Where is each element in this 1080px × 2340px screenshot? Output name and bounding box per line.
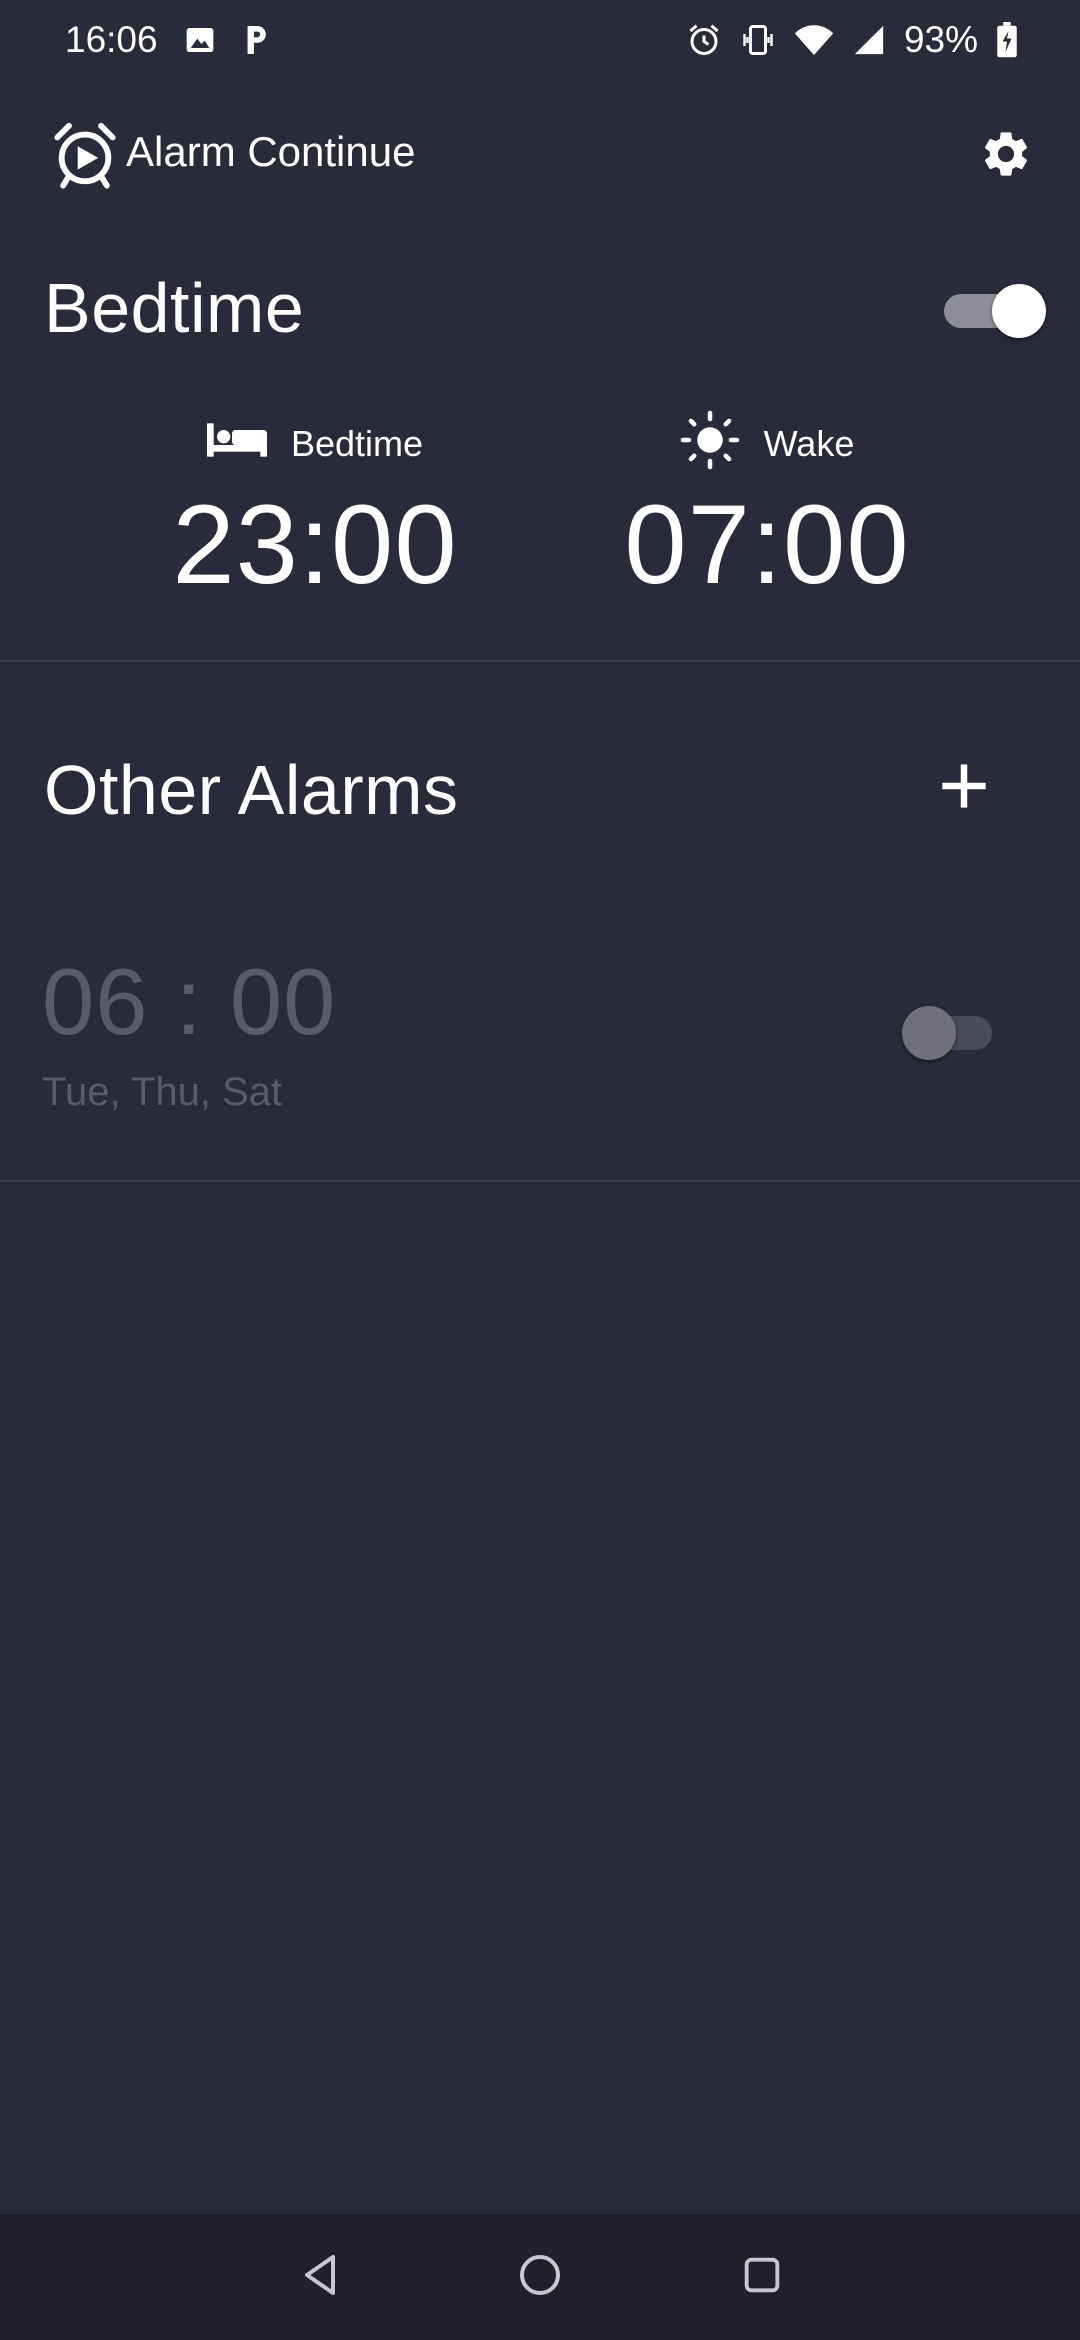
bedtime-value: 23:00 bbox=[172, 482, 458, 607]
alarm-toggle[interactable] bbox=[902, 1002, 998, 1062]
add-alarm-button[interactable] bbox=[928, 752, 1000, 824]
toggle-thumb bbox=[902, 1006, 956, 1060]
wake-label-row: Wake bbox=[612, 410, 922, 474]
recents-square-icon bbox=[739, 2252, 785, 2303]
other-alarms-title: Other Alarms bbox=[44, 751, 459, 829]
battery-charging-icon bbox=[996, 22, 1018, 58]
back-button[interactable] bbox=[288, 2244, 354, 2310]
toggle-thumb bbox=[992, 284, 1046, 338]
wake-value: 07:00 bbox=[624, 482, 910, 607]
alarm-time: 06 : 00 bbox=[42, 949, 337, 1054]
battery-percent: 93% bbox=[903, 19, 978, 60]
signal-icon bbox=[852, 23, 886, 57]
system-nav-bar bbox=[0, 2214, 1080, 2340]
bedtime-label-row: Bedtime bbox=[150, 414, 480, 474]
bedtime-time-block[interactable]: Bedtime 23:00 bbox=[150, 414, 480, 609]
plus-icon bbox=[938, 760, 990, 817]
bedtime-section-title: Bedtime bbox=[44, 269, 305, 347]
app-bar: Alarm Continue bbox=[0, 110, 1080, 200]
wake-time-block[interactable]: Wake 07:00 bbox=[612, 410, 922, 609]
home-circle-icon bbox=[516, 2251, 564, 2304]
status-bar: 16:06 93% bbox=[0, 0, 1080, 80]
app-screen: 16:06 93% Alarm Continue Bedtime Bedtime… bbox=[0, 0, 1080, 2340]
bedtime-toggle[interactable] bbox=[944, 280, 1046, 340]
status-time: 16:06 bbox=[65, 19, 158, 60]
vibrate-icon bbox=[740, 22, 776, 58]
status-left: 16:06 bbox=[65, 0, 270, 80]
gear-icon bbox=[979, 127, 1033, 186]
status-right: 93% bbox=[686, 0, 1018, 80]
alarm-days: Tue, Thu, Sat bbox=[42, 1070, 283, 1114]
wifi-icon bbox=[794, 22, 834, 58]
app-title: Alarm Continue bbox=[126, 128, 416, 175]
alarm-play-icon bbox=[50, 120, 120, 190]
recents-button[interactable] bbox=[729, 2244, 795, 2310]
settings-button[interactable] bbox=[970, 120, 1042, 192]
parking-icon bbox=[242, 23, 270, 57]
back-triangle-icon bbox=[297, 2251, 345, 2304]
alarm-clock-icon bbox=[686, 22, 722, 58]
section-divider bbox=[0, 660, 1080, 662]
home-button[interactable] bbox=[507, 2244, 573, 2310]
wake-label: Wake bbox=[763, 423, 855, 464]
bed-icon bbox=[206, 422, 267, 466]
sun-icon bbox=[680, 410, 740, 479]
list-divider bbox=[0, 1180, 1080, 1182]
bedtime-label: Bedtime bbox=[290, 423, 424, 464]
image-icon bbox=[184, 24, 216, 56]
